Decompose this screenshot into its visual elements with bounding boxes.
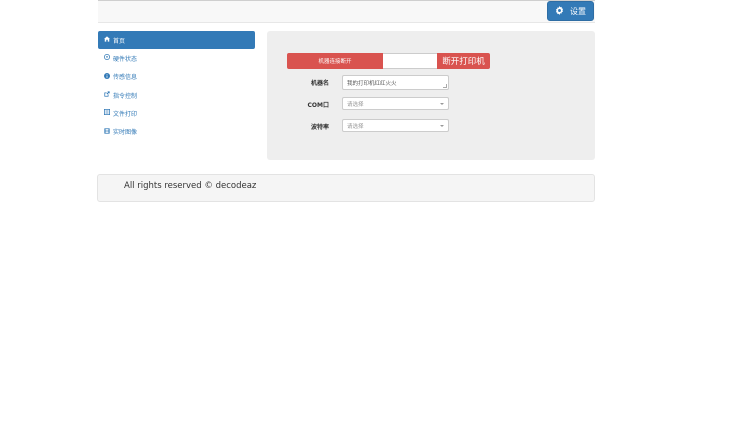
connection-status-group: 机器连接断开 断开打印机 [287, 53, 490, 69]
connection-status-label: 机器连接断开 [287, 53, 383, 69]
sidebar: 首页 硬件状态 传感信息 指令控制 文件打印 实时图像 [98, 31, 255, 141]
sidebar-item-hardware-status[interactable]: 硬件状态 [98, 49, 255, 67]
footer: All rights reserved © decodeaz [97, 174, 595, 202]
sidebar-item-home[interactable]: 首页 [98, 31, 255, 50]
sidebar-item-sensor-info[interactable]: 传感信息 [98, 68, 255, 86]
sidebar-item-realtime-image[interactable]: 实时图像 [98, 122, 255, 140]
settings-label: 设置 [570, 6, 586, 16]
sidebar-item-label: 实时图像 [113, 129, 138, 137]
home-icon [104, 36, 110, 44]
printer-panel [267, 31, 595, 160]
resize-grip-icon[interactable] [443, 84, 447, 88]
sidebar-item-command-control[interactable]: 指令控制 [98, 86, 255, 104]
sidebar-item-label: 文件打印 [113, 110, 138, 118]
com-port-select[interactable]: 请选择 [342, 97, 449, 110]
machine-name-value: 我的打印机红红火火 [347, 80, 397, 87]
list-alt-icon [104, 109, 110, 117]
settings-button[interactable]: 设置 [547, 1, 594, 21]
com-port-placeholder: 请选择 [347, 101, 364, 108]
baud-rate-label: 波特率 [310, 124, 329, 131]
com-port-label: COM口 [307, 102, 329, 109]
sidebar-item-label: 传感信息 [113, 74, 138, 82]
info-circle-icon [104, 72, 110, 81]
machine-name-input[interactable]: 我的打印机红红火火 [342, 75, 449, 90]
caret-down-icon [440, 124, 444, 127]
sidebar-item-label: 首页 [113, 37, 126, 45]
top-navbar [98, 0, 595, 23]
film-icon [104, 128, 110, 136]
baud-rate-placeholder: 请选择 [347, 123, 364, 130]
disconnect-printer-button[interactable]: 断开打印机 [437, 53, 490, 69]
sidebar-item-label: 指令控制 [113, 92, 138, 100]
connection-status-field [383, 53, 437, 69]
share-square-icon [104, 91, 110, 99]
circle-arrow-icon [104, 54, 110, 62]
gear-icon [555, 5, 564, 17]
caret-down-icon [440, 102, 444, 105]
baud-rate-select[interactable]: 请选择 [342, 119, 449, 132]
sidebar-item-file-print[interactable]: 文件打印 [98, 104, 255, 122]
sidebar-item-label: 硬件状态 [113, 55, 138, 63]
machine-name-label: 机器名 [310, 80, 329, 87]
footer-copyright: All rights reserved © decodeaz [124, 181, 257, 191]
